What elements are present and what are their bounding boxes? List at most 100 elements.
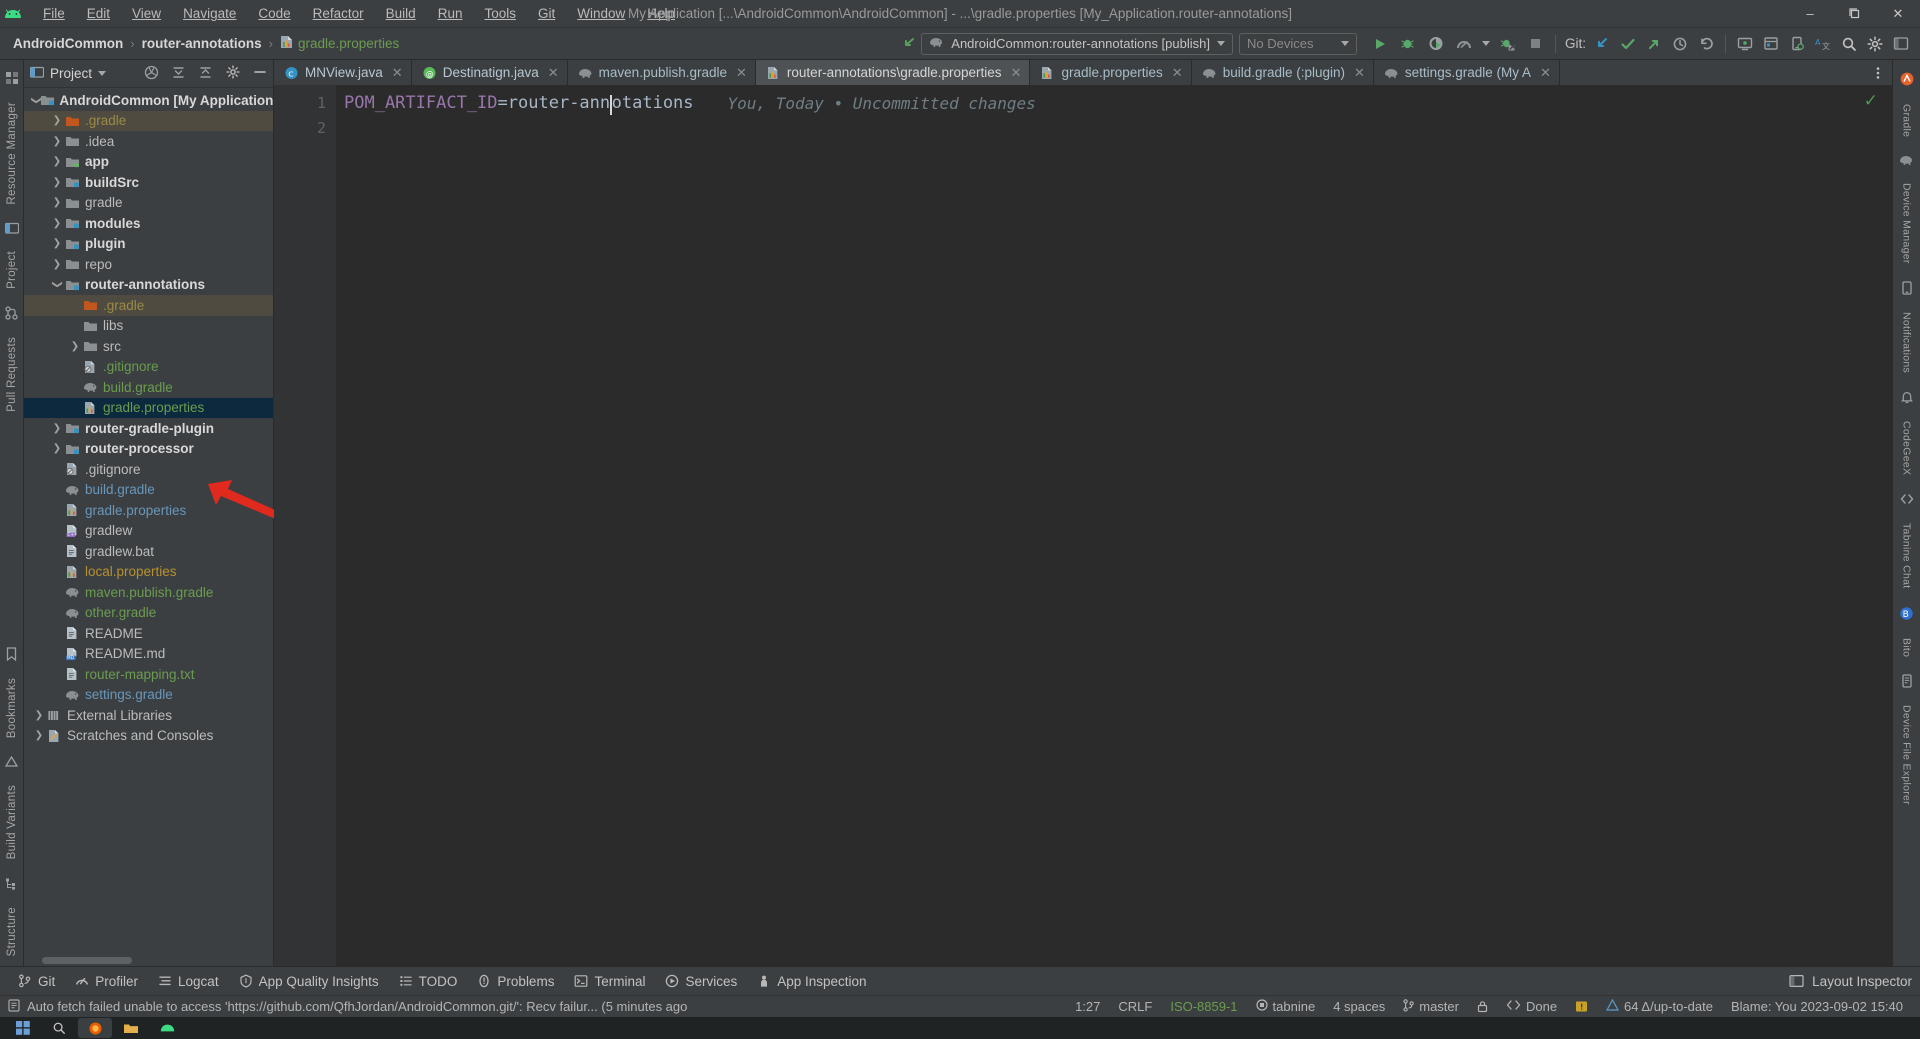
close-tab-icon[interactable]: ✕ <box>1354 65 1365 81</box>
tree-node[interactable]: ❯ plugin <box>24 234 273 255</box>
tree-node[interactable]: build.gradle <box>24 377 273 398</box>
device-explorer-icon[interactable] <box>1784 32 1810 56</box>
device-file-explorer-icon[interactable] <box>1900 674 1914 688</box>
editor-tab[interactable]: build.gradle (:plugin) ✕ <box>1192 60 1374 85</box>
strip-label-bito[interactable]: Bito <box>1901 628 1913 667</box>
notifications-bell-icon[interactable] <box>1900 390 1914 404</box>
settings-gear-icon[interactable] <box>1862 32 1888 56</box>
tree-node-selected[interactable]: gradle.properties <box>24 397 273 418</box>
git-commit-icon[interactable] <box>1615 32 1641 56</box>
device-manager-icon[interactable] <box>1900 281 1914 295</box>
chevron-down-icon[interactable]: ❯ <box>31 95 42 106</box>
bookmarks-icon[interactable] <box>6 647 17 662</box>
tree-node[interactable]: ❯ External Libraries <box>24 705 273 726</box>
tree-node[interactable]: router-mapping.txt <box>24 664 273 685</box>
breadcrumb-module[interactable]: router-annotations <box>139 35 265 52</box>
strip-label-device-file-explorer[interactable]: Device File Explorer <box>1901 695 1913 815</box>
editor-tab[interactable]: C MNView.java ✕ <box>274 60 412 85</box>
chevron-right-icon[interactable]: ❯ <box>50 115 64 126</box>
file-encoding[interactable]: ISO-8859-1 <box>1161 999 1246 1014</box>
chevron-down-icon[interactable] <box>1340 41 1349 46</box>
tree-node[interactable]: ❯ app <box>24 152 273 173</box>
window-controls[interactable]: – ✕ <box>1788 0 1920 28</box>
menu-code[interactable]: Code <box>247 3 301 24</box>
chevron-right-icon[interactable]: ❯ <box>32 730 46 741</box>
notification-warning-icon[interactable] <box>1566 1000 1597 1013</box>
debug-button[interactable] <box>1395 32 1421 56</box>
translate-icon[interactable]: A文 <box>1810 32 1836 56</box>
run-with-coverage-button[interactable] <box>1423 32 1449 56</box>
project-window-icon[interactable] <box>4 222 19 234</box>
hide-panel-icon[interactable] <box>253 65 267 82</box>
chevron-right-icon[interactable]: ❯ <box>50 197 64 208</box>
tool-window-button-terminal[interactable]: Terminal <box>564 970 655 993</box>
undo-icon[interactable] <box>1693 32 1719 56</box>
editor-code-content[interactable]: POM_ARTIFACT_ID = router-ann otations You, T… <box>336 85 1892 966</box>
tree-node[interactable]: .gitignore <box>24 459 273 480</box>
chevron-down-icon[interactable] <box>98 71 107 76</box>
tree-node[interactable]: other.gradle <box>24 603 273 624</box>
strip-label-pull-requests[interactable]: Pull Requests <box>6 327 18 422</box>
minimize-button[interactable]: – <box>1788 0 1832 28</box>
menu-build[interactable]: Build <box>375 3 427 24</box>
strip-label-bookmarks[interactable]: Bookmarks <box>6 668 18 748</box>
menu-edit[interactable]: Edit <box>76 3 121 24</box>
tool-window-button-todo[interactable]: TODO <box>389 970 468 993</box>
tree-node[interactable]: ❯ AndroidCommon [My Application] <box>24 90 273 111</box>
tree-node[interactable]: ❯ router-processor <box>24 439 273 460</box>
breadcrumb-project[interactable]: AndroidCommon <box>10 35 126 52</box>
maximize-button[interactable] <box>1832 0 1876 28</box>
project-structure-icon[interactable] <box>1888 32 1914 56</box>
project-tree-hscrollbar[interactable] <box>24 954 273 966</box>
tree-node[interactable]: maven.publish.gradle <box>24 582 273 603</box>
close-tab-icon[interactable]: ✕ <box>1540 65 1551 81</box>
bito-icon[interactable]: B <box>1899 606 1914 621</box>
tree-node[interactable]: libs <box>24 316 273 337</box>
strip-label-codegeex[interactable]: CodeGeeX <box>1901 411 1913 485</box>
os-taskbar[interactable] <box>0 1017 1920 1039</box>
taskbar-item-explorer[interactable] <box>114 1018 148 1038</box>
tree-node[interactable]: local.properties <box>24 562 273 583</box>
chevron-right-icon[interactable]: ❯ <box>68 341 82 352</box>
tree-node[interactable]: ❯ .idea <box>24 131 273 152</box>
close-tab-icon[interactable]: ✕ <box>548 65 559 81</box>
strip-label-build-variants[interactable]: Build Variants <box>6 775 18 869</box>
inspection-mode[interactable]: Done <box>1497 999 1566 1014</box>
tree-node[interactable]: MD README.md <box>24 644 273 665</box>
chevron-right-icon[interactable]: ❯ <box>50 423 64 434</box>
strip-label-notifications[interactable]: Notifications <box>1901 302 1913 383</box>
editor-tab[interactable]: @ Destinatign.java ✕ <box>412 60 568 85</box>
menu-run[interactable]: Run <box>427 3 474 24</box>
menu-navigate[interactable]: Navigate <box>172 3 247 24</box>
menu-window[interactable]: Window <box>566 3 636 24</box>
taskbar-item-firefox[interactable] <box>78 1018 112 1038</box>
expand-all-icon[interactable] <box>171 65 186 83</box>
chevron-right-icon[interactable]: ❯ <box>50 259 64 270</box>
stop-button[interactable] <box>1523 32 1549 56</box>
tool-window-button-git[interactable]: Git <box>8 970 65 993</box>
menu-view[interactable]: View <box>121 3 172 24</box>
tree-node[interactable]: ❯ src <box>24 336 273 357</box>
right-tool-window-bar[interactable]: Gradle Device Manager Notifications Code… <box>1892 60 1920 966</box>
close-tab-icon[interactable]: ✕ <box>1172 65 1183 81</box>
tree-node[interactable]: C++ gradlew <box>24 521 273 542</box>
line-separator[interactable]: CRLF <box>1109 999 1161 1014</box>
tree-node[interactable]: settings.gradle <box>24 685 273 706</box>
attach-debugger-button[interactable] <box>1495 32 1521 56</box>
editor-tab[interactable]: router-annotations\gradle.properties ✕ <box>755 60 1031 85</box>
run-configuration-selector[interactable]: AndroidCommon:router-annotations [publis… <box>921 32 1233 55</box>
tree-node[interactable]: ❯ repo <box>24 254 273 275</box>
blame-status[interactable]: Blame: You 2023-09-02 15:40 <box>1722 999 1912 1014</box>
git-history-icon[interactable] <box>1667 32 1693 56</box>
tree-node[interactable]: ❯ buildSrc <box>24 172 273 193</box>
tree-node[interactable]: .gradle <box>24 295 273 316</box>
layout-inspector-label[interactable]: Layout Inspector <box>1812 974 1912 989</box>
strip-label-gradle[interactable]: Gradle <box>1901 94 1913 147</box>
main-menu[interactable]: File Edit View Navigate Code Refactor Bu… <box>32 3 686 24</box>
select-opened-file-icon[interactable] <box>144 65 159 83</box>
tool-window-button-logcat[interactable]: Logcat <box>148 970 229 993</box>
editor-tab[interactable]: gradle.properties ✕ <box>1030 60 1192 85</box>
chevron-right-icon[interactable]: ❯ <box>50 177 64 188</box>
tab-list-menu-icon[interactable] <box>1864 60 1892 85</box>
strip-label-project[interactable]: Project <box>6 241 18 299</box>
